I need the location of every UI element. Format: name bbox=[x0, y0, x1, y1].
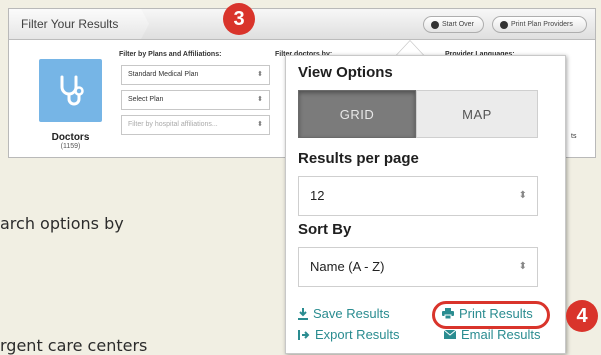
background-text-urgent-care: rgent care centers bbox=[0, 336, 148, 355]
sort-by-title: Sort By bbox=[298, 221, 352, 238]
save-results-label: Save Results bbox=[313, 306, 390, 321]
results-heading-fragment: ts bbox=[571, 133, 577, 140]
hospital-affiliation-select[interactable]: Filter by hospital affiliations... ⬍ bbox=[121, 115, 270, 135]
print-plan-providers-label: Print Plan Providers bbox=[511, 21, 573, 28]
email-results-link[interactable]: Email Results bbox=[444, 327, 540, 342]
export-results-link[interactable]: Export Results bbox=[298, 327, 400, 342]
export-icon bbox=[298, 329, 310, 340]
doctors-count: (1159) bbox=[60, 143, 81, 150]
grid-view-label: GRID bbox=[339, 106, 375, 122]
select-arrow-icon: ⬍ bbox=[257, 121, 263, 128]
step-3-badge: 3 bbox=[223, 3, 255, 35]
filter-title: Filter Your Results bbox=[21, 17, 119, 31]
plan-select-value: Standard Medical Plan bbox=[128, 71, 199, 78]
view-options-title: View Options bbox=[298, 64, 393, 81]
sort-by-value: Name (A - Z) bbox=[310, 259, 385, 274]
map-view-button[interactable]: MAP bbox=[416, 90, 538, 138]
start-over-button[interactable]: Start Over bbox=[423, 16, 484, 33]
sub-plan-select-value: Select Plan bbox=[128, 96, 164, 103]
select-arrow-icon: ⬍ bbox=[518, 190, 527, 201]
export-results-label: Export Results bbox=[315, 327, 400, 342]
results-per-page-value: 12 bbox=[310, 188, 325, 203]
grid-view-button[interactable]: GRID bbox=[298, 90, 416, 138]
results-per-page-title: Results per page bbox=[298, 150, 419, 167]
stethoscope-icon bbox=[60, 75, 84, 105]
print-results-highlight bbox=[432, 301, 550, 329]
select-arrow-icon: ⬍ bbox=[257, 96, 263, 103]
background-text-search-options: arch options by bbox=[0, 214, 124, 233]
popover-arrow bbox=[396, 41, 424, 56]
doctors-label: Doctors bbox=[51, 132, 90, 143]
save-results-link[interactable]: Save Results bbox=[298, 306, 390, 321]
doctors-tile[interactable] bbox=[39, 59, 102, 122]
results-per-page-select[interactable]: 12 ⬍ bbox=[298, 176, 538, 216]
plans-heading: Filter by Plans and Affiliations: bbox=[119, 51, 222, 58]
plan-select[interactable]: Standard Medical Plan ⬍ bbox=[121, 65, 270, 85]
start-over-icon bbox=[431, 20, 439, 29]
start-over-label: Start Over bbox=[442, 21, 474, 28]
select-arrow-icon: ⬍ bbox=[518, 261, 527, 272]
step-4-badge: 4 bbox=[566, 300, 598, 332]
download-icon bbox=[298, 307, 308, 320]
print-icon bbox=[500, 20, 508, 29]
select-arrow-icon: ⬍ bbox=[257, 71, 263, 78]
print-plan-providers-button[interactable]: Print Plan Providers bbox=[492, 16, 587, 33]
sort-by-select[interactable]: Name (A - Z) ⬍ bbox=[298, 247, 538, 287]
hospital-affiliation-placeholder: Filter by hospital affiliations... bbox=[128, 121, 218, 128]
sub-plan-select[interactable]: Select Plan ⬍ bbox=[121, 90, 270, 110]
email-icon bbox=[444, 330, 456, 339]
email-results-label: Email Results bbox=[461, 327, 541, 342]
map-view-label: MAP bbox=[462, 106, 492, 122]
